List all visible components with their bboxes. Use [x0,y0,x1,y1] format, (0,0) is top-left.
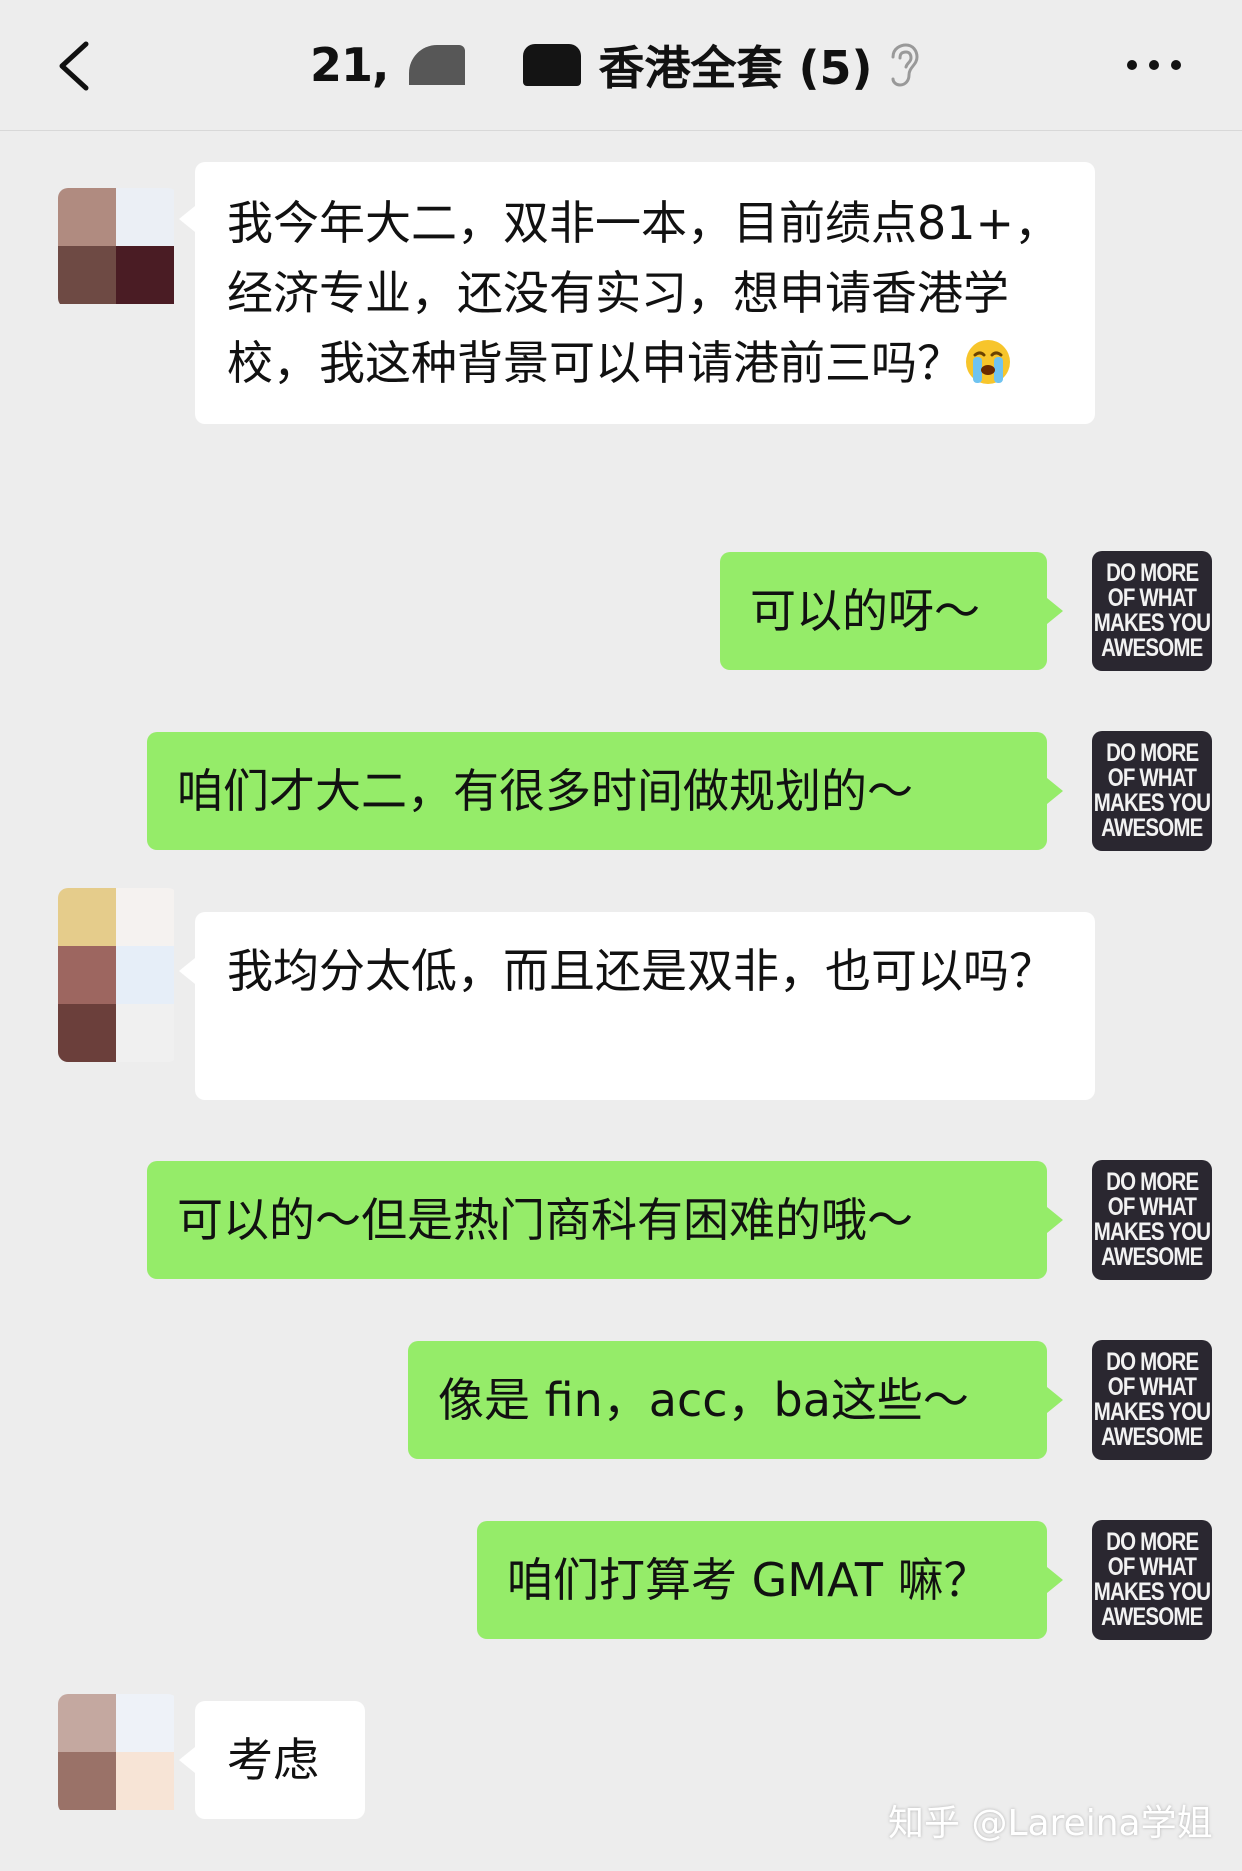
avatar-text: OF WHAT [1107,1193,1197,1221]
message-text: 咱们打算考 GMAT 嘛？ [507,1553,990,1607]
avatar-text: DO MORE [1105,1168,1199,1196]
bubble-tail [179,1747,195,1773]
more-dots-icon[interactable] [1124,55,1184,75]
avatar-text: MAKES YOU [1093,1398,1211,1426]
avatar-text: MAKES YOU [1093,1218,1211,1246]
watermark: 知乎 @Lareina学姐 [888,1803,1213,1844]
message-text: 考虑 [227,1733,319,1787]
avatar-text: DO MORE [1105,1348,1199,1376]
avatar-text: AWESOME [1101,1423,1203,1451]
avatar-text: DO MORE [1105,559,1199,587]
avatar-text: MAKES YOU [1093,609,1211,637]
avatar-text: AWESOME [1101,1603,1203,1631]
message-bubble-left[interactable]: 考虑 [195,1701,365,1819]
bubble-tail [1047,598,1063,624]
avatar-text: AWESOME [1101,634,1203,662]
message-text: 我均分太低，而且还是双非，也可以吗？ [227,944,1055,998]
self-avatar[interactable]: DO MORE OF WHAT MAKES YOU AWESOME [1092,1520,1212,1640]
self-avatar[interactable]: DO MORE OF WHAT MAKES YOU AWESOME [1092,731,1212,851]
message-text: 像是 fin，acc，ba这些～ [438,1373,969,1427]
message-bubble-left[interactable]: 我今年大二，双非一本，目前绩点81+，经济专业，还没有实习，想申请香港学校，我这… [195,162,1095,424]
chat-header: 21, 香港全套 (5) [0,0,1242,131]
other-user-avatar[interactable] [58,888,178,1062]
message-bubble-right[interactable]: 咱们才大二，有很多时间做规划的～ [147,732,1047,850]
message-bubble-right[interactable]: 可以的～但是热门商科有困难的哦～ [147,1161,1047,1279]
crying-emoji-icon [966,340,1010,384]
redacted-name-blob [522,44,581,86]
other-user-avatar[interactable] [58,188,178,308]
redacted-name-blob [408,45,465,85]
message-text: 可以的～但是热门商科有困难的哦～ [177,1193,913,1247]
bubble-tail [1047,1567,1063,1593]
bubble-tail [1047,778,1063,804]
message-text: 我今年大二，双非一本，目前绩点81+，经济专业，还没有实习，想申请香港学校，我这… [227,196,1061,390]
ear-icon [891,43,919,87]
avatar-text: DO MORE [1105,739,1199,767]
chat-title: 21, 香港全套 (5) [310,30,919,100]
message-text: 可以的呀～ [750,584,980,638]
avatar-text: AWESOME [1101,814,1203,842]
avatar-text: OF WHAT [1107,1373,1197,1401]
avatar-text: MAKES YOU [1093,1578,1211,1606]
message-bubble-left[interactable]: 我均分太低，而且还是双非，也可以吗？ [195,912,1095,1100]
avatar-text: AWESOME [1101,1243,1203,1271]
avatar-text: DO MORE [1105,1528,1199,1556]
avatar-text: MAKES YOU [1093,789,1211,817]
chat-title-text: 香港全套 (5) [598,41,873,95]
chat-title-prefix: 21, [310,38,389,92]
message-bubble-right[interactable]: 像是 fin，acc，ba这些～ [408,1341,1047,1459]
self-avatar[interactable]: DO MORE OF WHAT MAKES YOU AWESOME [1092,1340,1212,1460]
bubble-tail [179,206,195,232]
other-user-avatar[interactable] [58,1694,178,1814]
bubble-tail [1047,1387,1063,1413]
bubble-tail [1047,1207,1063,1233]
chevron-left-icon[interactable] [52,40,96,92]
message-text: 咱们才大二，有很多时间做规划的～ [177,764,913,818]
message-bubble-right[interactable]: 可以的呀～ [720,552,1047,670]
avatar-text: OF WHAT [1107,584,1197,612]
self-avatar[interactable]: DO MORE OF WHAT MAKES YOU AWESOME [1092,551,1212,671]
avatar-text: OF WHAT [1107,764,1197,792]
message-bubble-right[interactable]: 咱们打算考 GMAT 嘛？ [477,1521,1047,1639]
bubble-tail [179,958,195,984]
self-avatar[interactable]: DO MORE OF WHAT MAKES YOU AWESOME [1092,1160,1212,1280]
avatar-text: OF WHAT [1107,1553,1197,1581]
